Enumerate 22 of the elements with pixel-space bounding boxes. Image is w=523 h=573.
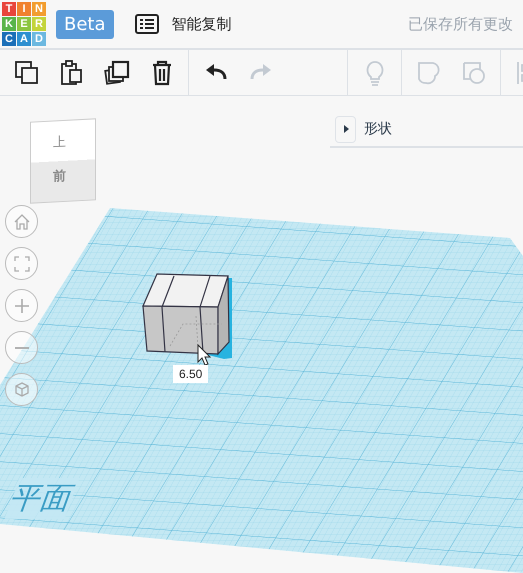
cursor-icon [198,344,212,366]
home-button[interactable] [5,205,38,238]
tinkercad-logo: T I N K E R C A D [2,2,46,46]
caret-icon [342,125,350,133]
dimension-label[interactable]: 6.50 [173,365,208,383]
copy-icon [12,58,40,86]
cube-top-label: 上 [53,134,66,152]
beta-badge: Beta [56,10,114,38]
box-shape[interactable] [142,273,232,359]
fit-icon [12,254,32,274]
list-icon[interactable] [134,14,159,34]
cube-front-label: 前 [53,168,66,186]
expand-toggle[interactable] [335,116,356,142]
view-cube[interactable]: 上 前 [30,118,96,204]
panel-title: 形状 [364,120,392,138]
save-status: 已保存所有更改 [408,14,513,34]
zoom-out-button[interactable] [5,331,38,364]
view-button[interactable] [5,373,38,406]
zoom-in-button[interactable] [5,289,38,322]
document-title[interactable]: 智能复制 [172,14,232,34]
fit-button[interactable] [5,247,38,280]
duplicate-icon [102,58,130,86]
